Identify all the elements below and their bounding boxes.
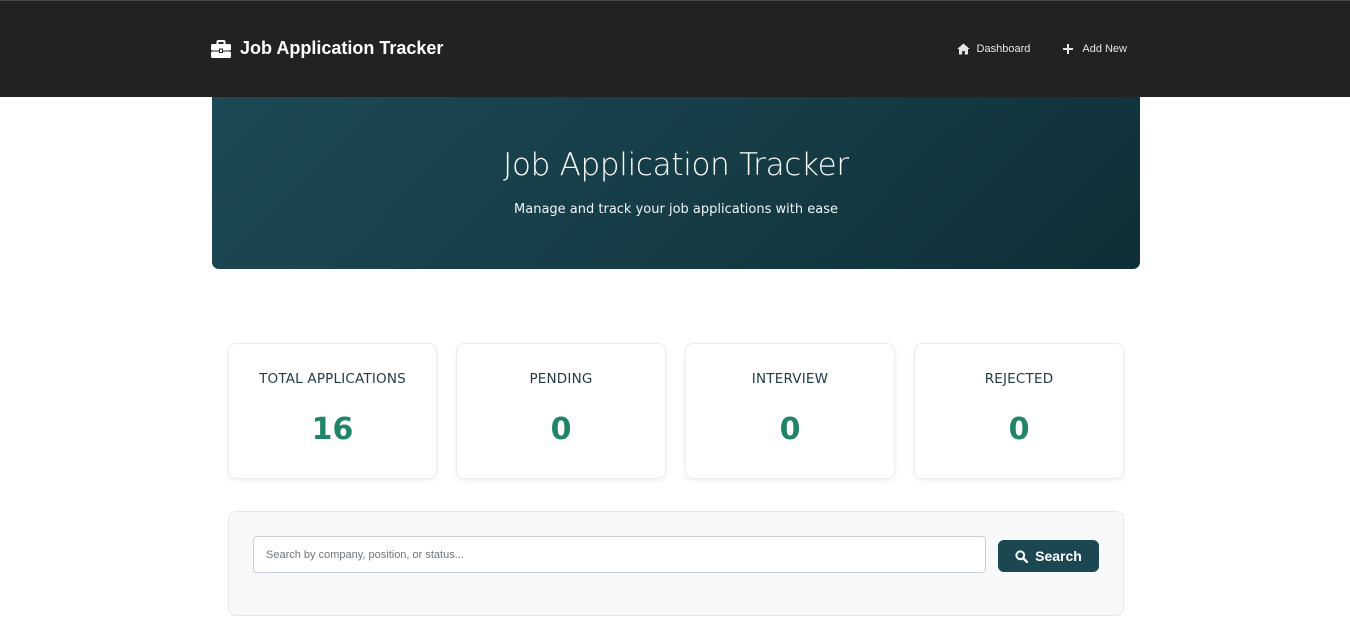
hero-subtitle: Manage and track your job applications w…: [514, 202, 838, 217]
stat-value: 16: [311, 412, 354, 447]
plus-icon: [1062, 43, 1075, 55]
stat-value: 0: [550, 412, 572, 447]
search-icon: [1015, 549, 1029, 563]
brand-text: Job Application Tracker: [240, 38, 444, 58]
search-input[interactable]: [253, 536, 986, 573]
nav-link-dashboard-label: Dashboard: [976, 43, 1031, 55]
stat-label: PENDING: [529, 371, 593, 387]
stat-value: 0: [1008, 412, 1030, 447]
navbar: Job Application Tracker Dashboard Add Ne…: [0, 0, 1350, 97]
briefcase-icon: [211, 39, 231, 58]
stat-card-rejected: REJECTED 0: [914, 343, 1124, 479]
stat-card-total: TOTAL APPLICATIONS 16: [228, 343, 437, 479]
stat-label: TOTAL APPLICATIONS: [259, 371, 406, 387]
search-button[interactable]: Search: [998, 540, 1099, 572]
search-panel: Search: [228, 511, 1124, 616]
brand-link[interactable]: Job Application Tracker: [211, 38, 443, 59]
hero-banner: Job Application Tracker Manage and track…: [212, 97, 1140, 269]
nav-link-add-new-label: Add New: [1082, 43, 1127, 55]
stat-card-interview: INTERVIEW 0: [685, 343, 895, 479]
hero-title: Job Application Tracker: [503, 147, 849, 183]
nav-links: Dashboard Add New: [956, 41, 1127, 57]
nav-link-dashboard[interactable]: Dashboard: [956, 41, 1031, 57]
stat-value: 0: [779, 412, 801, 447]
nav-link-add-new[interactable]: Add New: [1062, 41, 1127, 57]
stat-label: REJECTED: [984, 371, 1054, 387]
stat-label: INTERVIEW: [751, 371, 829, 387]
home-icon: [956, 43, 970, 55]
search-button-label: Search: [1035, 548, 1082, 564]
stat-card-pending: PENDING 0: [456, 343, 666, 479]
